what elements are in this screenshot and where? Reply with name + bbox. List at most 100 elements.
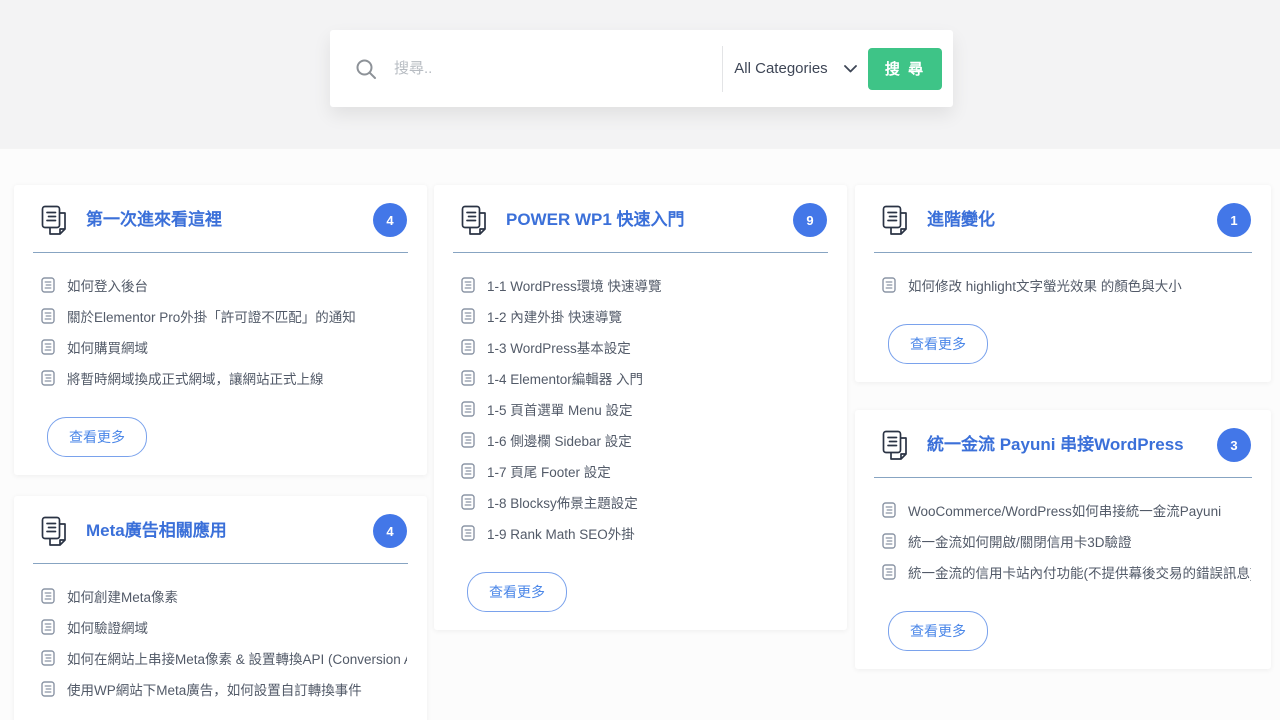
- article-title: 如何在網站上串接Meta像素 & 設置轉換API (Conversion API…: [67, 648, 407, 668]
- article-link[interactable]: 1-5 頁首選單 Menu 設定: [461, 393, 827, 424]
- article-link[interactable]: WooCommerce/WordPress如何串接統一金流Payuni: [882, 494, 1251, 525]
- view-more-button[interactable]: 查看更多: [888, 611, 988, 651]
- article-icon: [461, 494, 475, 510]
- article-icon: [461, 525, 475, 541]
- article-link[interactable]: 如何創建Meta像素: [41, 580, 407, 611]
- card-header: POWER WP1 快速入門 9: [434, 185, 847, 252]
- article-link[interactable]: 1-8 Blocksy佈景主題設定: [461, 486, 827, 517]
- search-bar: All Categories 搜 尋: [330, 30, 953, 107]
- article-link[interactable]: 1-7 頁尾 Footer 設定: [461, 455, 827, 486]
- article-title: 1-9 Rank Math SEO外掛: [487, 523, 635, 543]
- article-title: 統一金流的信用卡站內付功能(不提供幕後交易的錯誤訊息): [908, 562, 1251, 582]
- article-link[interactable]: 將暫時網域換成正式網域，讓網站正式上線: [41, 362, 407, 393]
- category-title[interactable]: 第一次進來看這裡: [86, 210, 373, 230]
- column-1: 第一次進來看這裡 4 如何登入後台 關於Elementor Pro外掛「許可證不…: [14, 185, 427, 720]
- article-link[interactable]: 1-4 Elementor編輯器 入門: [461, 362, 827, 393]
- article-link[interactable]: 如何驗證網域: [41, 611, 407, 642]
- article-title: 如何登入後台: [67, 275, 148, 295]
- column-3: 進階變化 1 如何修改 highlight文字螢光效果 的顏色與大小 查看更多 …: [855, 185, 1271, 669]
- card-header: Meta廣告相關應用 4: [14, 496, 427, 563]
- article-title: 關於Elementor Pro外掛「許可證不匹配」的通知: [67, 306, 356, 326]
- article-icon: [461, 463, 475, 479]
- view-more-button[interactable]: 查看更多: [467, 572, 567, 612]
- article-title: 統一金流如何開啟/關閉信用卡3D驗證: [908, 531, 1132, 551]
- category-title[interactable]: Meta廣告相關應用: [86, 521, 373, 541]
- documents-icon: [40, 516, 68, 546]
- card-header: 進階變化 1: [855, 185, 1271, 252]
- category-card-first-visit: 第一次進來看這裡 4 如何登入後台 關於Elementor Pro外掛「許可證不…: [14, 185, 427, 475]
- count-badge: 4: [373, 203, 407, 237]
- article-title: 如何修改 highlight文字螢光效果 的顏色與大小: [908, 275, 1182, 295]
- article-title: 1-1 WordPress環境 快速導覽: [487, 275, 662, 295]
- article-title: 如何創建Meta像素: [67, 586, 178, 606]
- article-link[interactable]: 1-6 側邊欄 Sidebar 設定: [461, 424, 827, 455]
- category-select-value: All Categories: [734, 60, 827, 77]
- article-icon: [461, 308, 475, 324]
- article-title: 如何驗證網域: [67, 617, 148, 637]
- article-icon: [461, 339, 475, 355]
- article-title: 1-2 內建外掛 快速導覽: [487, 306, 622, 326]
- article-icon: [41, 588, 55, 604]
- article-icon: [461, 432, 475, 448]
- count-badge: 1: [1217, 203, 1251, 237]
- category-title[interactable]: 進階變化: [927, 210, 1217, 230]
- article-icon: [41, 370, 55, 386]
- article-icon: [41, 339, 55, 355]
- article-link[interactable]: 使用WP網站下Meta廣告，如何設置自訂轉換事件: [41, 673, 407, 704]
- article-icon: [882, 564, 896, 580]
- category-card-power-wp1: POWER WP1 快速入門 9 1-1 WordPress環境 快速導覽 1-…: [434, 185, 847, 630]
- count-badge: 3: [1217, 428, 1251, 462]
- category-title[interactable]: POWER WP1 快速入門: [506, 210, 793, 230]
- article-icon: [461, 401, 475, 417]
- documents-icon: [881, 205, 909, 235]
- count-badge: 4: [373, 514, 407, 548]
- article-title: 1-5 頁首選單 Menu 設定: [487, 399, 633, 419]
- view-more-button[interactable]: 查看更多: [47, 417, 147, 457]
- chevron-down-icon: [844, 65, 857, 73]
- category-card-advanced: 進階變化 1 如何修改 highlight文字螢光效果 的顏色與大小 查看更多: [855, 185, 1271, 382]
- search-submit-button[interactable]: 搜 尋: [868, 48, 942, 90]
- article-link[interactable]: 統一金流的信用卡站內付功能(不提供幕後交易的錯誤訊息): [882, 556, 1251, 587]
- article-list: 1-1 WordPress環境 快速導覽 1-2 內建外掛 快速導覽 1-3 W…: [434, 253, 847, 548]
- article-title: 1-4 Elementor編輯器 入門: [487, 368, 643, 388]
- article-icon: [882, 533, 896, 549]
- column-2: POWER WP1 快速入門 9 1-1 WordPress環境 快速導覽 1-…: [434, 185, 847, 630]
- article-icon: [461, 370, 475, 386]
- article-title: 1-3 WordPress基本設定: [487, 337, 631, 357]
- article-title: 如何購買網域: [67, 337, 148, 357]
- article-link[interactable]: 1-2 內建外掛 快速導覽: [461, 300, 827, 331]
- article-link[interactable]: 如何修改 highlight文字螢光效果 的顏色與大小: [882, 269, 1251, 300]
- documents-icon: [40, 205, 68, 235]
- search-input[interactable]: [394, 60, 722, 77]
- article-list: 如何登入後台 關於Elementor Pro外掛「許可證不匹配」的通知 如何購買…: [14, 253, 427, 393]
- article-title: 1-7 頁尾 Footer 設定: [487, 461, 611, 481]
- article-link[interactable]: 1-1 WordPress環境 快速導覽: [461, 269, 827, 300]
- category-title[interactable]: 統一金流 Payuni 串接WordPress: [927, 435, 1217, 455]
- article-link[interactable]: 如何在網站上串接Meta像素 & 設置轉換API (Conversion API…: [41, 642, 407, 673]
- article-icon: [41, 650, 55, 666]
- article-link[interactable]: 如何購買網域: [41, 331, 407, 362]
- article-title: WooCommerce/WordPress如何串接統一金流Payuni: [908, 500, 1221, 520]
- article-list: 如何創建Meta像素 如何驗證網域 如何在網站上串接Meta像素 & 設置轉換A…: [14, 564, 427, 704]
- article-link[interactable]: 如何登入後台: [41, 269, 407, 300]
- card-header: 統一金流 Payuni 串接WordPress 3: [855, 410, 1271, 477]
- article-link[interactable]: 1-3 WordPress基本設定: [461, 331, 827, 362]
- article-icon: [882, 502, 896, 518]
- article-list: 如何修改 highlight文字螢光效果 的顏色與大小: [855, 253, 1271, 300]
- category-card-payuni: 統一金流 Payuni 串接WordPress 3 WooCommerce/Wo…: [855, 410, 1271, 669]
- article-link[interactable]: 統一金流如何開啟/關閉信用卡3D驗證: [882, 525, 1251, 556]
- article-icon: [41, 619, 55, 635]
- article-list: WooCommerce/WordPress如何串接統一金流Payuni 統一金流…: [855, 478, 1271, 587]
- article-icon: [41, 277, 55, 293]
- article-icon: [41, 681, 55, 697]
- article-icon: [461, 277, 475, 293]
- article-link[interactable]: 關於Elementor Pro外掛「許可證不匹配」的通知: [41, 300, 407, 331]
- category-card-meta-ads: Meta廣告相關應用 4 如何創建Meta像素 如何驗證網域 如何在網站: [14, 496, 427, 720]
- article-title: 1-6 側邊欄 Sidebar 設定: [487, 430, 632, 450]
- card-header: 第一次進來看這裡 4: [14, 185, 427, 252]
- search-icon: [354, 57, 378, 81]
- article-icon: [41, 308, 55, 324]
- article-link[interactable]: 1-9 Rank Math SEO外掛: [461, 517, 827, 548]
- category-select[interactable]: All Categories: [723, 60, 868, 77]
- view-more-button[interactable]: 查看更多: [888, 324, 988, 364]
